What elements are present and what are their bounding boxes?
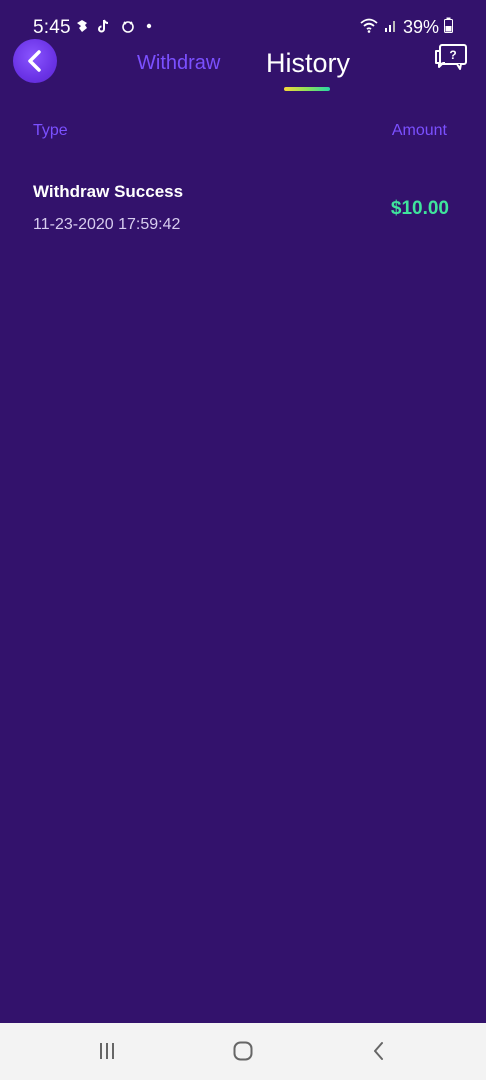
history-row-title: Withdraw Success <box>33 182 184 201</box>
tab-history[interactable]: History <box>266 48 350 79</box>
help-chat-icon: ? <box>435 44 467 70</box>
wifi-icon <box>359 17 379 38</box>
system-back-button[interactable] <box>364 1039 394 1063</box>
recent-apps-icon <box>100 1043 114 1059</box>
status-bar: 5:45 39% <box>0 0 486 58</box>
dot-icon <box>146 18 152 38</box>
tiktok-icon <box>98 18 110 38</box>
history-row-amount: $10.00 <box>390 198 449 219</box>
back-icon <box>374 1042 383 1060</box>
signal-icon <box>384 17 398 38</box>
notification-icons <box>76 18 152 38</box>
battery-icon <box>444 17 453 38</box>
column-type-header: Type <box>33 122 68 139</box>
app-icon <box>120 18 136 38</box>
recent-apps-button[interactable] <box>92 1039 122 1063</box>
chevron-left-icon <box>28 50 41 72</box>
status-time: 5:45 <box>33 17 71 38</box>
help-button[interactable]: ? <box>433 43 469 73</box>
home-icon <box>233 1041 253 1061</box>
status-right: 39% <box>359 17 453 38</box>
system-nav-bar <box>0 1023 486 1080</box>
history-row[interactable]: Withdraw Success 11-23-2020 17:59:42 $10… <box>0 170 486 250</box>
column-amount-header: Amount <box>391 122 447 139</box>
svg-text:?: ? <box>449 48 456 62</box>
history-row-date: 11-23-2020 17:59:42 <box>33 216 181 233</box>
messenger-icon <box>76 18 88 38</box>
tab-withdraw[interactable]: Withdraw <box>137 52 220 75</box>
battery-text: 39% <box>402 17 439 37</box>
home-button[interactable] <box>228 1039 258 1063</box>
active-tab-indicator <box>284 87 330 91</box>
back-button[interactable] <box>13 39 57 83</box>
